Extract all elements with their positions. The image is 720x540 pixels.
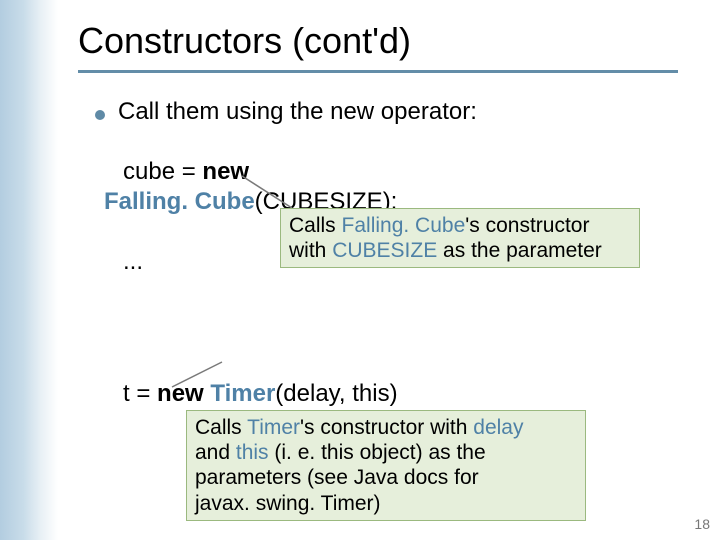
code-text: (delay, this) [275, 380, 397, 407]
slide-number: 18 [694, 516, 710, 532]
callout-text: (i. e. this object) as the [269, 441, 486, 464]
callout-text: javax. swing. Timer) [195, 491, 577, 516]
callout-identifier: Timer [247, 416, 300, 439]
slide-title: Constructors (cont'd) [78, 20, 411, 62]
callout-text: with [289, 239, 332, 262]
callout-text: Calls [289, 214, 342, 237]
code-line-1a: cube = new [123, 158, 249, 186]
callout-text: 's constructor with [300, 416, 473, 439]
callout-text: Calls [195, 416, 247, 439]
callout-box-1: Calls Falling. Cube's constructor with C… [280, 208, 640, 268]
callout-box-2: Calls Timer's constructor with delay and… [186, 410, 586, 521]
callout-text: and [195, 441, 236, 464]
ellipsis: ... [123, 248, 143, 276]
code-line-2: t = new Timer(delay, this) [123, 380, 398, 408]
identifier-fallingcube: Falling. Cube [104, 188, 255, 215]
callout-identifier: this [236, 441, 269, 464]
pointer-line-2 [172, 362, 232, 392]
callout-text: as the parameter [437, 239, 602, 262]
title-underline [78, 70, 678, 73]
bullet-dot [95, 110, 105, 120]
code-text: cube = [123, 158, 202, 185]
bullet-text: Call them using the new operator: [118, 98, 477, 126]
code-text: t = [123, 380, 157, 407]
callout-text: parameters (see Java docs for [195, 465, 577, 490]
callout-identifier: CUBESIZE [332, 239, 437, 262]
left-gradient-strip [0, 0, 58, 540]
callout-identifier: delay [473, 416, 523, 439]
callout-identifier: Falling. Cube [342, 214, 466, 237]
callout-text: 's constructor [465, 214, 589, 237]
